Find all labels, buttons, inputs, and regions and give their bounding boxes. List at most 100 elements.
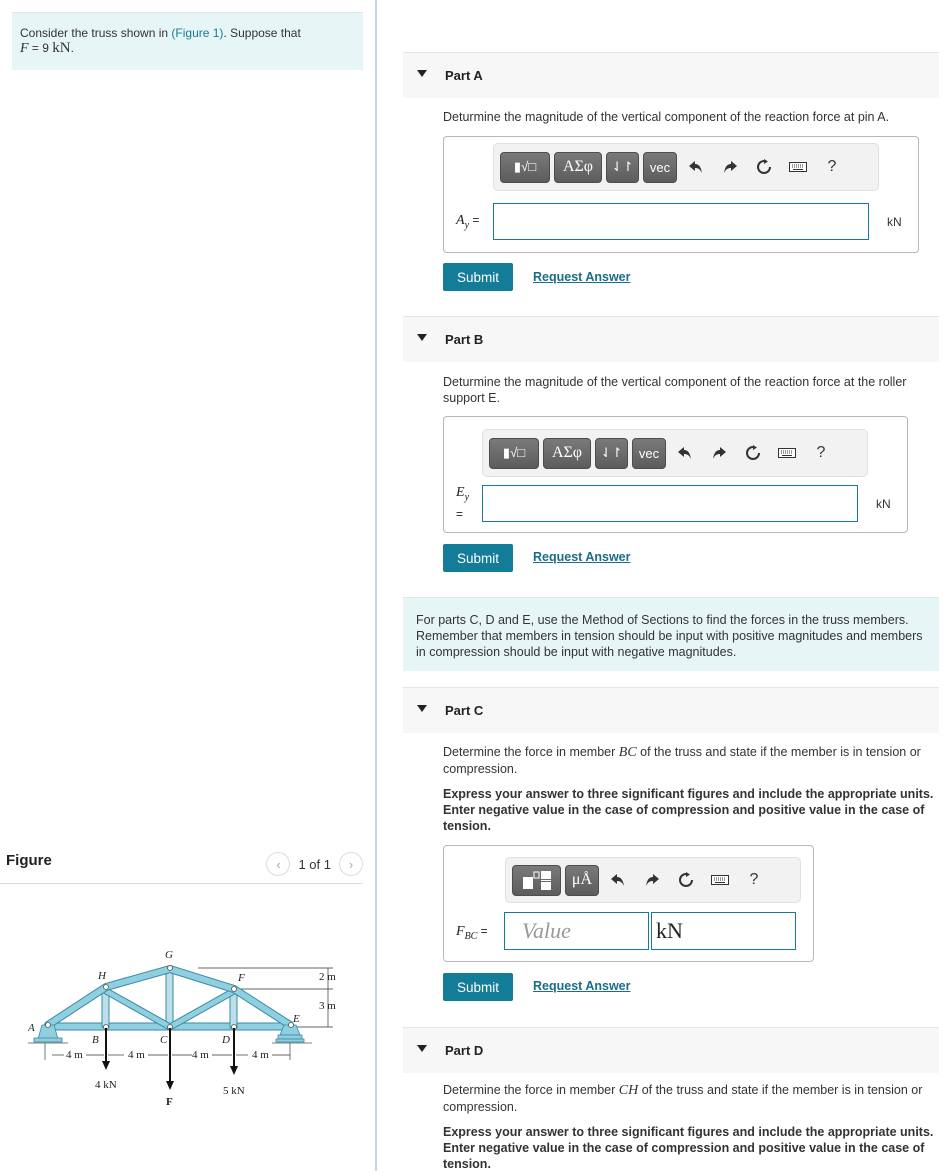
part-c-prompt: Determine the force in member BC of the … xyxy=(443,744,938,777)
part-b-prompt: Deturmine the magnitude of the vertical … xyxy=(443,375,907,405)
part-b-unit: kN xyxy=(876,497,891,511)
truss-figure: A B C D E F G H 4 m 4 m 4 m 4 m 2 m 3 m … xyxy=(28,949,336,1108)
redo-button[interactable] xyxy=(715,152,745,183)
label-e: E xyxy=(292,1013,300,1025)
part-c-value-input[interactable]: Value xyxy=(504,912,649,950)
arrows-button[interactable]: ⇃↾ xyxy=(606,151,639,183)
redo-button[interactable] xyxy=(704,438,734,469)
part-c-unit-input[interactable]: kN xyxy=(651,912,796,950)
undo-button[interactable] xyxy=(670,438,700,469)
part-a-request-answer-link[interactable]: Request Answer xyxy=(533,270,630,284)
vec-icon: vec xyxy=(638,445,660,461)
part-d-title: Part D xyxy=(445,1043,484,1058)
part-c-header[interactable]: Part C xyxy=(403,687,939,733)
part-c-request-answer-link[interactable]: Request Answer xyxy=(533,979,630,993)
collapse-triangle-icon xyxy=(417,70,427,77)
part-b-title: Part B xyxy=(445,332,484,347)
part-b-submit-button[interactable]: Submit xyxy=(443,544,513,572)
force-unit: kN xyxy=(52,40,71,56)
label-sub: BC xyxy=(464,930,478,942)
redo-button[interactable] xyxy=(637,865,667,896)
help-button[interactable]: ? xyxy=(806,438,836,469)
greek-icon: ΑΣφ xyxy=(551,444,583,461)
undo-icon xyxy=(689,161,702,173)
redo-icon xyxy=(713,447,726,459)
dim-height-1: 2 m xyxy=(319,971,336,983)
reset-button[interactable] xyxy=(738,438,768,469)
part-b-request-answer-link[interactable]: Request Answer xyxy=(533,550,630,564)
templates-icon: ▮√□ xyxy=(502,445,526,460)
part-c-instructions: Express your answer to three significant… xyxy=(443,786,938,834)
part-a-answer-input[interactable] xyxy=(493,203,869,240)
arrows-button[interactable]: ⇃↾ xyxy=(595,437,628,469)
load-d-label: 5 kN xyxy=(223,1085,245,1097)
fraction-templates-button[interactable] xyxy=(512,864,561,896)
part-a-unit: kN xyxy=(887,215,902,229)
chevron-left-icon: ‹ xyxy=(276,856,281,872)
help-button[interactable]: ? xyxy=(739,865,769,896)
part-a-submit-button[interactable]: Submit xyxy=(443,263,513,291)
part-c-title: Part C xyxy=(445,703,484,718)
part-a-label: Ay = xyxy=(456,213,479,231)
keyboard-icon xyxy=(711,875,729,885)
load-b-label: 4 kN xyxy=(95,1079,117,1091)
reset-icon xyxy=(746,445,760,460)
help-button[interactable]: ? xyxy=(817,152,847,183)
greek-symbols-button[interactable]: ΑΣφ xyxy=(554,151,602,183)
intro-text-after: . Suppose that xyxy=(223,26,301,40)
collapse-triangle-icon xyxy=(417,1045,427,1052)
templates-button[interactable]: ▮√□ xyxy=(500,151,550,183)
label-eq: = xyxy=(477,924,488,938)
load-arrows xyxy=(102,1028,238,1090)
label-var: E xyxy=(456,485,465,500)
figure-pager: ‹ 1 of 1 › xyxy=(266,852,363,876)
label-var: A xyxy=(456,213,465,228)
keyboard-button[interactable] xyxy=(705,865,735,896)
help-icon: ? xyxy=(816,444,826,461)
member-bc: BC xyxy=(618,745,637,760)
part-c-label: FBC = xyxy=(456,924,488,942)
undo-icon xyxy=(678,447,691,459)
force-equals: = 9 xyxy=(28,41,53,55)
vector-button[interactable]: vec xyxy=(643,151,677,183)
part-a-header[interactable]: Part A xyxy=(403,52,939,98)
unit-value: kN xyxy=(656,918,683,943)
intro-text: Consider the truss shown in xyxy=(20,26,172,40)
fraction-template-icon xyxy=(522,871,551,890)
intro-period: . xyxy=(70,41,74,55)
collapse-triangle-icon xyxy=(417,705,427,712)
method-of-sections-note: For parts C, D and E, use the Method of … xyxy=(403,597,939,671)
redo-icon xyxy=(724,161,737,173)
figure-link[interactable]: (Figure 1) xyxy=(171,26,223,40)
part-a-title: Part A xyxy=(445,68,483,83)
greek-symbols-button[interactable]: ΑΣφ xyxy=(543,437,591,469)
part-b-label: Ey = xyxy=(456,485,469,523)
next-figure-button[interactable]: › xyxy=(339,852,363,876)
prev-figure-button[interactable]: ‹ xyxy=(266,852,291,876)
dim-span-1: 4 m xyxy=(66,1049,83,1061)
reset-icon xyxy=(679,872,693,887)
label-var: F xyxy=(456,924,465,939)
vector-button[interactable]: vec xyxy=(632,437,666,469)
units-button[interactable]: μÅ xyxy=(565,864,599,896)
units-icon: μÅ xyxy=(571,871,593,888)
undo-button[interactable] xyxy=(681,152,711,183)
part-c-submit-button[interactable]: Submit xyxy=(443,973,513,1001)
keyboard-button[interactable] xyxy=(783,152,813,183)
undo-button[interactable] xyxy=(603,865,633,896)
label-g: G xyxy=(165,949,173,961)
part-a-answer-box: ▮√□ ΑΣφ ⇃↾ vec ? Ay = kN xyxy=(443,136,919,253)
part-b-answer-input[interactable] xyxy=(482,485,858,522)
greek-icon: ΑΣφ xyxy=(562,158,594,175)
reset-button[interactable] xyxy=(749,152,779,183)
member-ch: CH xyxy=(618,1083,639,1098)
label-a: A xyxy=(28,1022,35,1034)
part-b-header[interactable]: Part B xyxy=(403,316,939,362)
keyboard-button[interactable] xyxy=(772,438,802,469)
label-f: F xyxy=(237,972,245,984)
part-b-answer-box: ▮√□ ΑΣφ ⇃↾ vec ? Ey = kN xyxy=(443,416,908,533)
part-d-header[interactable]: Part D xyxy=(403,1027,939,1073)
reset-button[interactable] xyxy=(671,865,701,896)
templates-button[interactable]: ▮√□ xyxy=(489,437,539,469)
label-b: B xyxy=(92,1034,99,1046)
